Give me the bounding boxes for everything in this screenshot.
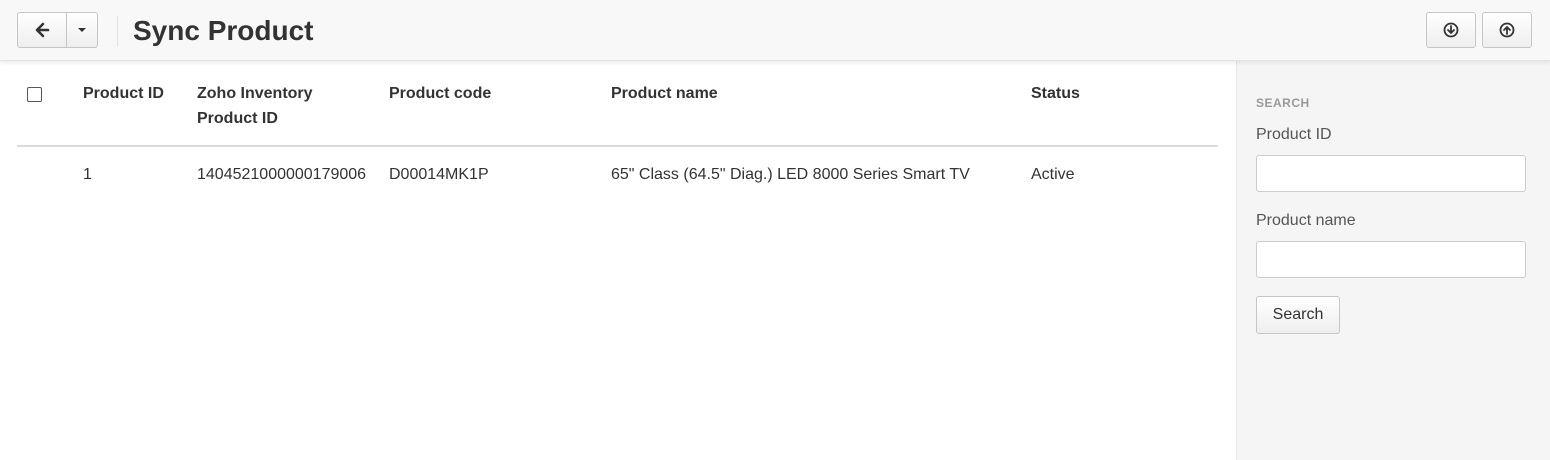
page-title: Sync Product: [133, 15, 314, 46]
search-section-title: SEARCH: [1256, 96, 1310, 110]
cell-zoho-product-id: 1404521000000179006: [197, 166, 367, 183]
column-header-label: Product ID: [197, 110, 278, 127]
column-header-status[interactable]: Status: [1031, 79, 1218, 147]
upload-button[interactable]: [1482, 12, 1532, 48]
column-header-product-id[interactable]: Product ID: [83, 79, 197, 147]
arrow-left-icon: [35, 22, 50, 38]
product-name-label: Product name: [1256, 212, 1356, 229]
row-select-cell: [17, 146, 83, 186]
back-dropdown-button[interactable]: [67, 12, 98, 48]
top-toolbar: Sync Product: [0, 0, 1550, 61]
column-header-zoho-product-id[interactable]: Zoho Inventory Product ID: [197, 79, 389, 147]
table-header-row: Product ID Zoho Inventory Product ID Pro…: [17, 79, 1218, 147]
search-sidebar: SEARCH Product ID Product name Search: [1236, 61, 1550, 460]
cell-status: Active: [1031, 166, 1075, 183]
table-row[interactable]: 1 1404521000000179006 D00014MK1P 65" Cla…: [17, 146, 1218, 186]
product-id-input[interactable]: [1256, 155, 1526, 192]
column-header-product-code[interactable]: Product code: [389, 79, 611, 147]
cell-product-code: D00014MK1P: [389, 166, 489, 183]
circle-arrow-down-icon: [1443, 22, 1459, 38]
toolbar-divider: [117, 16, 118, 47]
cell-product-id: 1: [83, 166, 92, 183]
main-content: Product ID Zoho Inventory Product ID Pro…: [0, 61, 1236, 460]
column-header-label: Product name: [611, 85, 718, 102]
product-id-label: Product ID: [1256, 126, 1332, 143]
select-all-cell: [17, 79, 83, 147]
product-name-input[interactable]: [1256, 241, 1526, 278]
column-header-product-name[interactable]: Product name: [611, 79, 1031, 147]
back-button[interactable]: [17, 12, 67, 48]
product-table: Product ID Zoho Inventory Product ID Pro…: [17, 79, 1218, 186]
cell-product-name: 65" Class (64.5" Diag.) LED 8000 Series …: [611, 166, 970, 183]
column-header-label: Product ID: [83, 85, 164, 102]
circle-arrow-up-icon: [1499, 22, 1515, 38]
column-header-label: Zoho Inventory: [197, 85, 313, 102]
column-header-label: Status: [1031, 85, 1080, 102]
download-button[interactable]: [1426, 12, 1476, 48]
caret-down-icon: [78, 28, 86, 32]
back-button-group: [17, 12, 98, 48]
search-button[interactable]: Search: [1256, 296, 1340, 334]
select-all-checkbox[interactable]: [27, 87, 42, 102]
column-header-label: Product code: [389, 85, 492, 102]
